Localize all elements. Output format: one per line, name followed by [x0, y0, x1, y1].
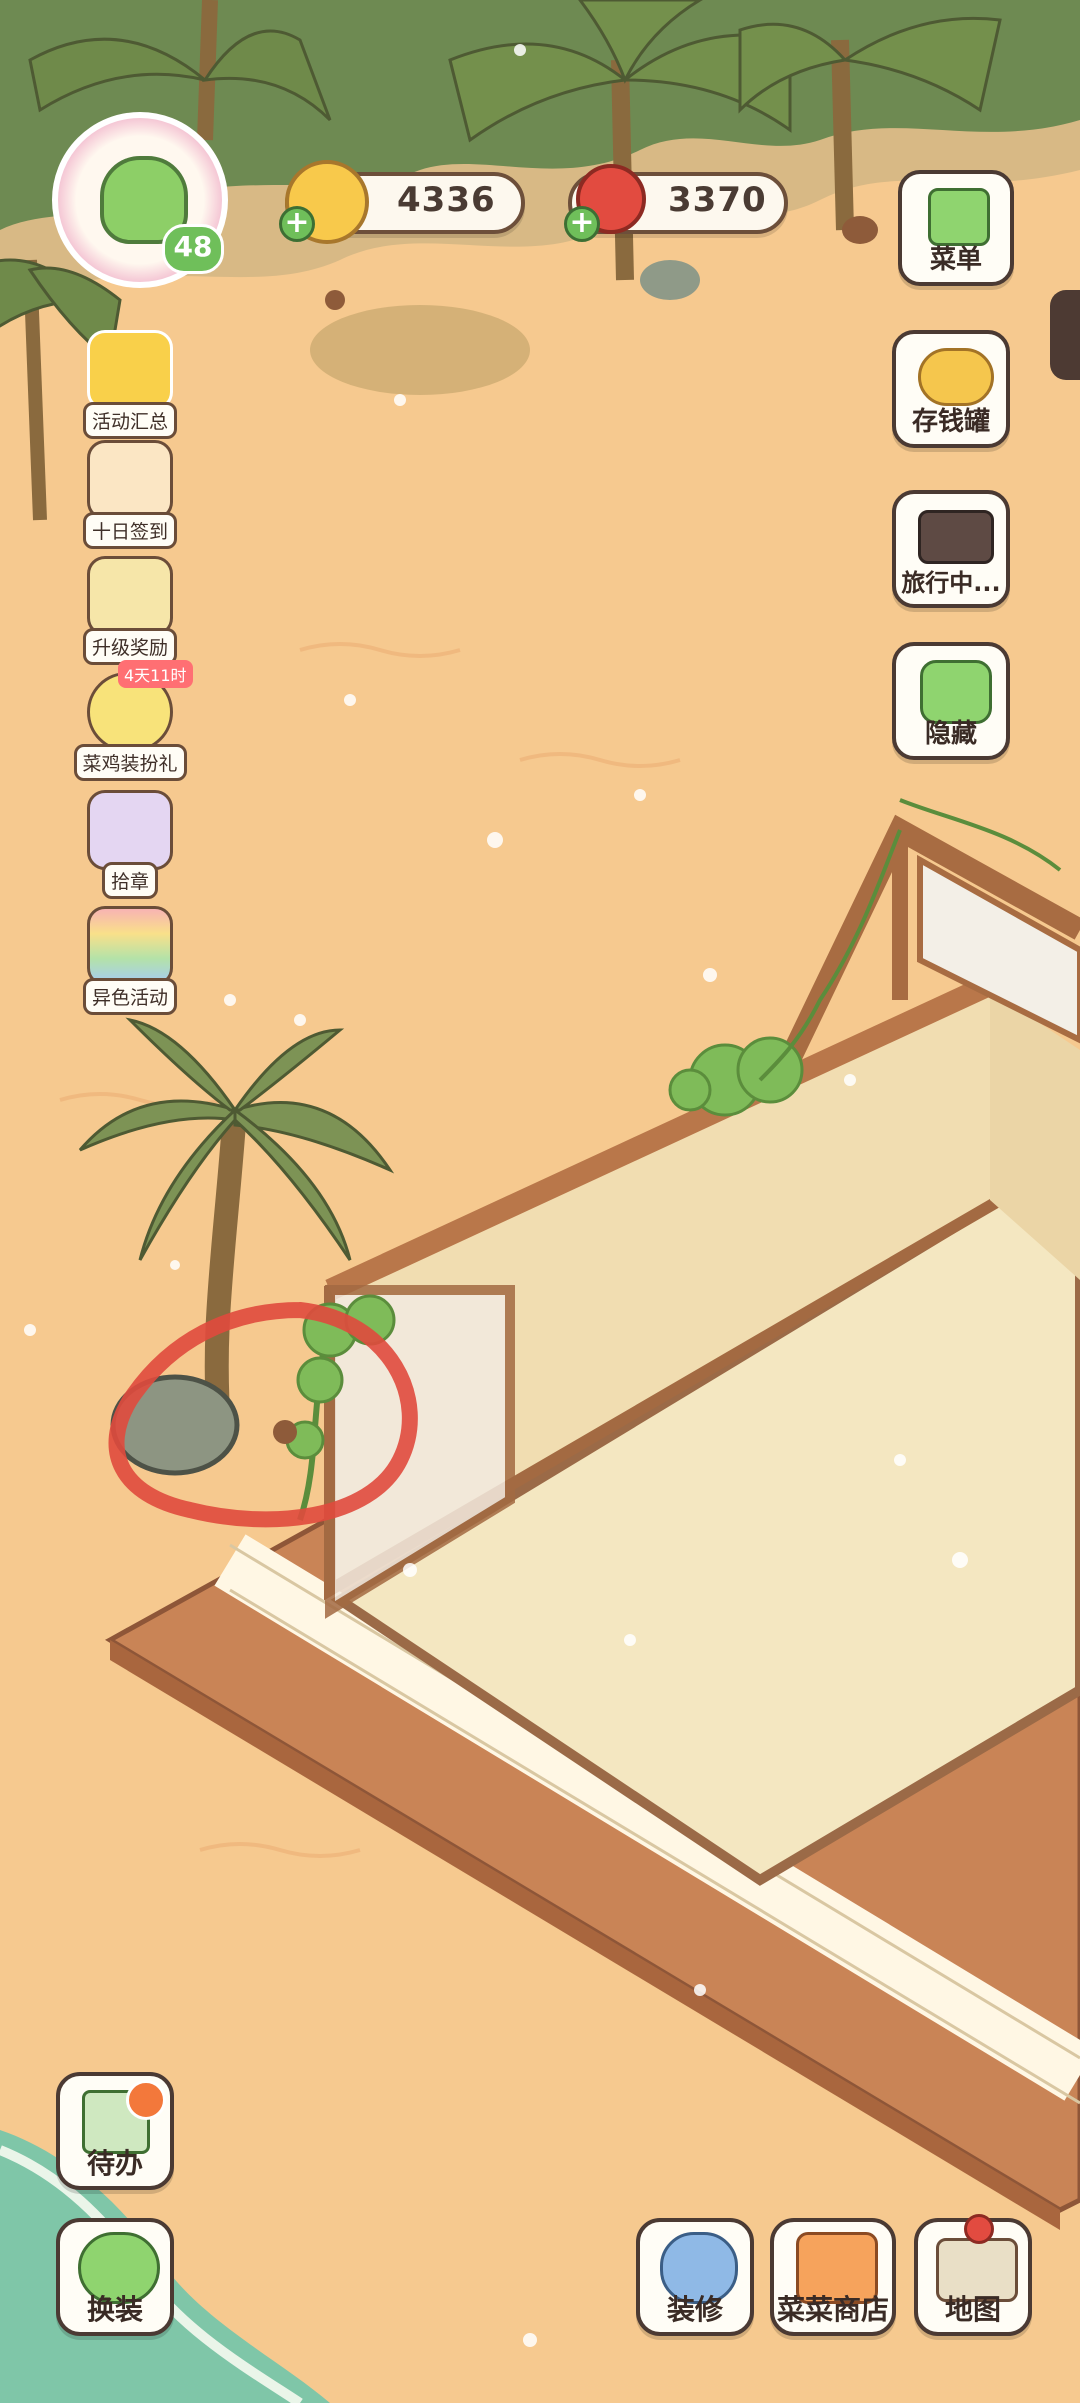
time-remaining-badge: 4天11时 [118, 660, 193, 688]
stamp-label: 拾章 [101, 862, 158, 899]
cherry-value: 3370 [668, 180, 767, 220]
add-cherries-button[interactable]: + [564, 206, 600, 242]
heart-currency-counter: + 3370 [564, 164, 788, 242]
piggy-bank-button[interactable]: 存钱罐 [892, 330, 1010, 448]
flower-icon [126, 2080, 166, 2120]
level-reward-button[interactable]: 升级奖励 [80, 556, 180, 665]
outfit-label: 换装 [86, 2293, 143, 2326]
map-button[interactable]: 地图 [914, 2214, 1032, 2336]
outfit-button[interactable]: 换装 [56, 2218, 174, 2336]
todo-button[interactable]: 待办 [56, 2072, 174, 2190]
calendar-icon [87, 440, 173, 520]
menu-button[interactable]: 菜单 [898, 170, 1014, 286]
traveling-label: 旅行中... [901, 569, 1001, 597]
hide-ui-label: 隐藏 [924, 719, 977, 749]
coin-value: 4336 [397, 180, 496, 220]
piggy-bank-label: 存钱罐 [911, 407, 990, 437]
ten-day-checkin-label: 十日签到 [82, 512, 177, 549]
map-label: 地图 [944, 2293, 1001, 2326]
color-variant-event-label: 异色活动 [82, 978, 177, 1015]
player-avatar[interactable]: 48 [52, 112, 228, 288]
chick-outfit-gift-button[interactable]: 菜鸡装扮礼 4天11时 [73, 660, 193, 781]
coin-counter: + 4336 [279, 160, 525, 244]
visitor-character[interactable] [1050, 290, 1080, 380]
rainbow-book-icon [87, 906, 173, 986]
crown-icon [87, 330, 173, 410]
shop-button[interactable]: 菜菜商店 [770, 2218, 896, 2336]
todo-label: 待办 [86, 2147, 143, 2180]
traveling-button[interactable]: 旅行中... [892, 490, 1010, 608]
piggy-bank-icon [918, 348, 994, 406]
menu-icon [928, 188, 990, 246]
stamp-button[interactable]: 拾章 [80, 790, 180, 899]
stamp-bag-icon [87, 790, 173, 870]
add-coins-button[interactable]: + [279, 206, 315, 242]
gift-up-icon [87, 556, 173, 636]
ten-day-checkin-button[interactable]: 十日签到 [80, 440, 180, 549]
decorate-label: 装修 [666, 2293, 723, 2326]
color-variant-event-button[interactable]: 异色活动 [80, 906, 180, 1015]
camera-icon [918, 510, 994, 564]
menu-label: 菜单 [929, 245, 982, 275]
chick-outfit-gift-label: 菜鸡装扮礼 [73, 744, 187, 781]
map-pin-icon [964, 2214, 994, 2244]
hide-ui-button[interactable]: 隐藏 [892, 642, 1010, 760]
decorate-button[interactable]: 装修 [636, 2218, 754, 2336]
shop-label: 菜菜商店 [776, 2293, 889, 2326]
event-summary-label: 活动汇总 [82, 402, 177, 439]
player-level-badge: 48 [162, 224, 224, 274]
event-summary-button[interactable]: 活动汇总 [80, 330, 180, 439]
